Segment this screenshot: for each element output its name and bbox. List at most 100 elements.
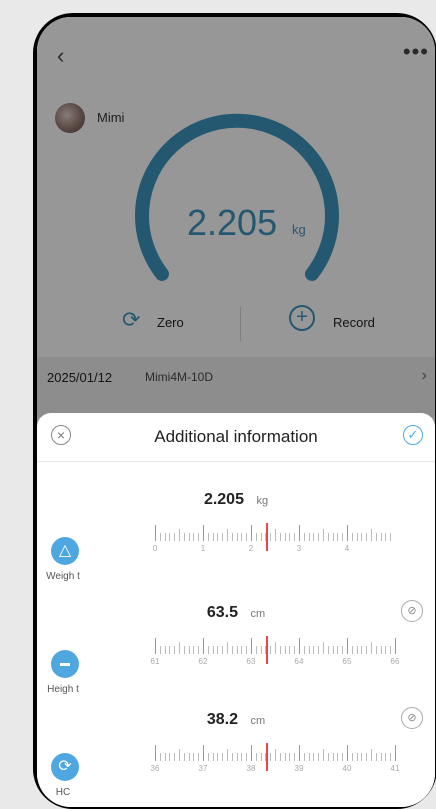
ruler-tick <box>371 529 372 541</box>
ruler-tick <box>155 525 156 541</box>
ruler-tick <box>318 646 320 654</box>
ruler-tick-label: 61 <box>150 657 160 666</box>
skip-icon[interactable]: ⊘ <box>401 707 423 729</box>
ruler-tick <box>241 533 243 541</box>
ruler-tick <box>390 533 392 541</box>
ruler-tick <box>390 646 392 654</box>
hc-ruler[interactable]: 36 37 38 39 40 41 <box>137 743 400 773</box>
ruler-tick <box>212 533 214 541</box>
hc-label: HC <box>55 787 71 798</box>
ruler-tick <box>164 646 166 654</box>
additional-info-sheet: × Additional information ✓ 2.205 kg △ We… <box>37 413 435 807</box>
height-value-display: 63.5 cm <box>37 604 435 622</box>
ruler-tick <box>251 638 252 654</box>
ruler-tick <box>251 525 252 541</box>
ruler-tick <box>327 646 329 654</box>
ruler-tick <box>318 753 320 761</box>
ruler-tick <box>299 638 300 654</box>
ruler-tick <box>174 753 176 761</box>
ruler-tick-label: 38 <box>246 764 256 773</box>
ruler-tick <box>347 525 348 541</box>
ruler-tick <box>183 646 185 654</box>
ruler-tick <box>366 533 368 541</box>
height-label: Heigh t <box>47 684 79 695</box>
ruler-tick <box>222 646 224 654</box>
ruler-tick <box>222 753 224 761</box>
ruler-tick-label: 62 <box>198 657 208 666</box>
ruler-tick <box>198 533 200 541</box>
ruler-tick <box>308 646 310 654</box>
ruler-tick <box>385 646 387 654</box>
ruler-tick <box>289 753 291 761</box>
ruler-tick <box>159 533 161 541</box>
ruler-tick <box>255 646 257 654</box>
ruler-tick <box>289 646 291 654</box>
ruler-tick <box>231 533 233 541</box>
ruler-tick <box>366 646 368 654</box>
ruler-tick <box>270 753 272 761</box>
ruler-tick-label: 66 <box>390 657 400 666</box>
ruler-tick <box>193 533 195 541</box>
ruler-tick <box>337 533 339 541</box>
ruler-tick-label: 39 <box>294 764 304 773</box>
ruler-tick <box>260 646 262 654</box>
ruler-tick <box>356 753 358 761</box>
ruler-tick <box>159 646 161 654</box>
ruler-tick <box>174 533 176 541</box>
ruler-tick <box>294 753 296 761</box>
ruler-tick <box>255 533 257 541</box>
ruler-tick <box>284 533 286 541</box>
ruler-tick <box>279 753 281 761</box>
ruler-tick-label: 63 <box>246 657 256 666</box>
ruler-tick <box>159 753 161 761</box>
ruler-tick <box>351 533 353 541</box>
sheet-header: × Additional information ✓ <box>37 413 435 462</box>
weight-ruler[interactable]: 0 1 2 3 4 <box>137 523 397 553</box>
ruler-tick <box>241 646 243 654</box>
ruler-tick <box>375 533 377 541</box>
ruler-tick-label: 64 <box>294 657 304 666</box>
ruler-tick <box>236 753 238 761</box>
height-ruler[interactable]: 61 62 63 64 65 66 <box>137 636 400 666</box>
ruler-tick <box>207 646 209 654</box>
ruler-tick <box>361 533 363 541</box>
ruler-tick <box>212 646 214 654</box>
ruler-tick <box>279 533 281 541</box>
ruler-tick <box>395 745 396 761</box>
ruler-tick <box>179 642 180 654</box>
weight-value-display: 2.205 kg <box>37 491 435 509</box>
ruler-tick <box>342 646 344 654</box>
ruler-tick <box>351 753 353 761</box>
ruler-tick <box>303 753 305 761</box>
skip-icon[interactable]: ⊘ <box>401 600 423 622</box>
ruler-tick <box>222 533 224 541</box>
ruler-tick <box>212 753 214 761</box>
confirm-check-icon[interactable]: ✓ <box>403 425 423 445</box>
ruler-tick-label: 41 <box>390 764 400 773</box>
ruler-tick-label: 65 <box>342 657 352 666</box>
height-unit: cm <box>250 608 266 620</box>
ruler-tick <box>323 749 324 761</box>
ruler-tick <box>347 745 348 761</box>
ruler-tick <box>217 646 219 654</box>
weight-row: 2.205 kg △ Weigh t 0 1 2 3 4 <box>37 483 435 587</box>
ruler-tick <box>169 533 171 541</box>
ruler-tick <box>227 529 228 541</box>
screen: ‹ ••• Mimi 2.205 kg ⟳ Zero + Record 2025… <box>37 17 435 807</box>
ruler-tick-label: 2 <box>248 544 254 553</box>
ruler-tick <box>323 642 324 654</box>
ruler-tick <box>203 745 204 761</box>
ruler-tick <box>332 646 334 654</box>
ruler-tick <box>251 745 252 761</box>
ruler-tick <box>395 638 396 654</box>
ruler-pointer <box>266 636 268 664</box>
ruler-tick <box>246 533 248 541</box>
ruler-tick <box>155 745 156 761</box>
ruler-tick <box>371 749 372 761</box>
ruler-tick <box>342 753 344 761</box>
ruler-tick <box>275 749 276 761</box>
ruler-tick <box>246 753 248 761</box>
ruler-tick <box>260 753 262 761</box>
ruler-tick <box>313 753 315 761</box>
ruler-pointer <box>266 743 268 771</box>
